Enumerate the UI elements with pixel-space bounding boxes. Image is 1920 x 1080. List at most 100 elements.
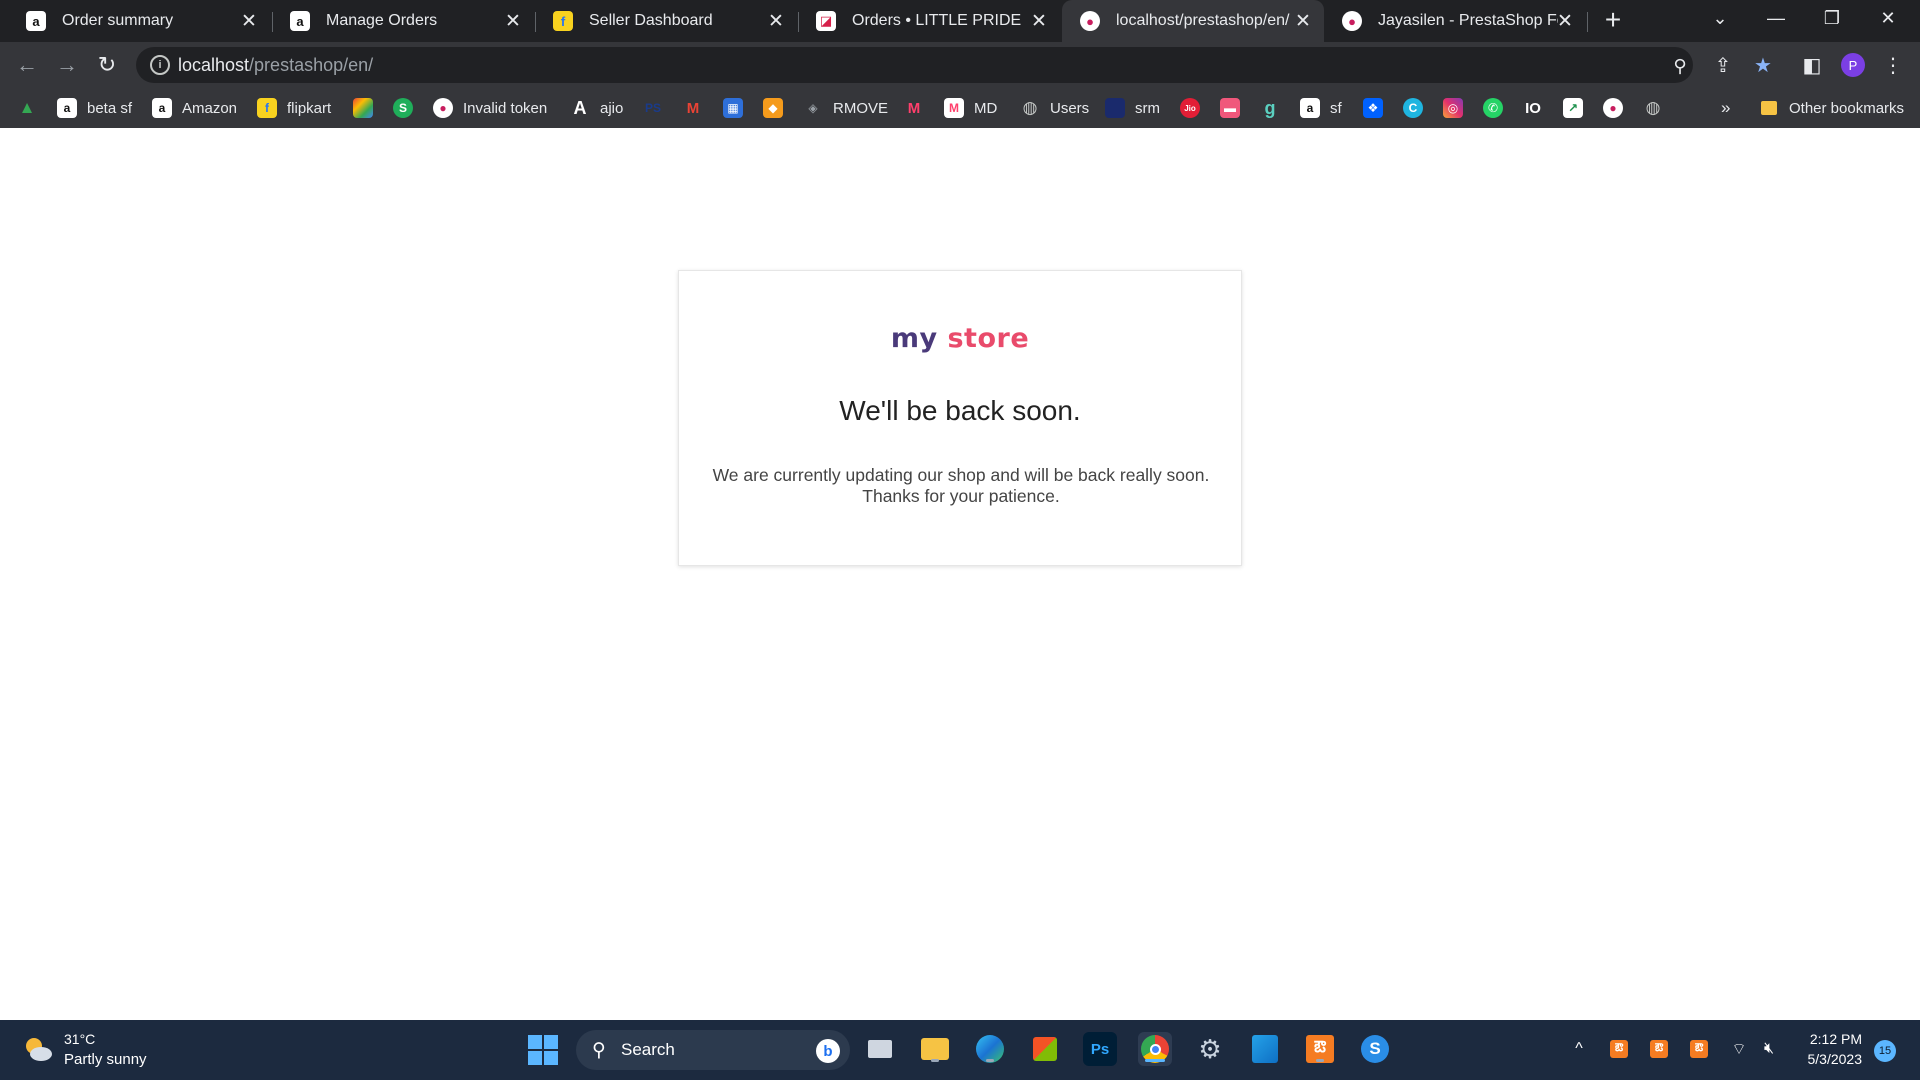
bookmark-beta-sf[interactable]: a beta sf: [57, 96, 132, 120]
reload-button[interactable]: ↻: [93, 51, 121, 79]
skype-app[interactable]: S: [1358, 1032, 1392, 1066]
close-icon[interactable]: ✕: [1292, 10, 1314, 32]
xampp-tray-2[interactable]: ఔ: [1648, 1038, 1670, 1060]
bookmark-srm[interactable]: srm: [1105, 96, 1160, 120]
other-bookmarks-folder[interactable]: Other bookmarks: [1761, 96, 1904, 120]
close-icon[interactable]: ✕: [765, 10, 787, 32]
bookmark-chart[interactable]: ↗: [1563, 96, 1583, 120]
close-icon[interactable]: ✕: [238, 10, 260, 32]
bookmark-jio[interactable]: Jio: [1180, 96, 1200, 120]
bookmark-ps[interactable]: PS: [643, 96, 663, 120]
bookmark-amazon[interactable]: a Amazon: [152, 96, 237, 120]
bookmark-whatsapp[interactable]: ✆: [1483, 96, 1503, 120]
bookmark-gmail[interactable]: M: [683, 96, 703, 120]
wifi-icon[interactable]: ⌔: [1728, 1038, 1750, 1060]
notification-badge[interactable]: 15: [1874, 1040, 1896, 1062]
windows-taskbar: 31°C Partly sunny ⚲ Search b Ps ⚙ ఔ S ^ …: [0, 1020, 1920, 1080]
tab-search-button[interactable]: ⌄: [1692, 0, 1748, 36]
bookmark-s[interactable]: S: [393, 96, 413, 120]
xampp-tray-3[interactable]: ఔ: [1688, 1038, 1710, 1060]
clock-time[interactable]: 2:12 PM: [1806, 1031, 1862, 1047]
tab-seller-dashboard[interactable]: f Seller Dashboard ✕: [535, 0, 797, 42]
globe-icon: ◍: [1022, 98, 1038, 117]
notepad-app[interactable]: [1248, 1032, 1282, 1066]
close-icon[interactable]: ✕: [1554, 10, 1576, 32]
bookmark-drive[interactable]: ▲: [17, 96, 37, 120]
tab-orders-little-pride[interactable]: ◪ Orders • LITTLE PRIDE ✕: [798, 0, 1060, 42]
whatsapp-icon: ✆: [1483, 98, 1503, 118]
bookmark-ajio[interactable]: Aajio: [570, 96, 624, 120]
search-label: Search: [621, 1040, 675, 1059]
bookmark-myntra[interactable]: M: [904, 96, 924, 120]
tab-order-summary[interactable]: a Order summary ✕: [8, 0, 270, 42]
bookmark-dropbox[interactable]: ❖: [1363, 96, 1383, 120]
xampp-app[interactable]: ఔ: [1303, 1032, 1337, 1066]
bookmark-io[interactable]: IO: [1523, 96, 1543, 120]
logo-text-store: store: [947, 323, 1030, 354]
microsoft-store-app[interactable]: [1028, 1032, 1062, 1066]
forward-button[interactable]: →: [53, 51, 81, 79]
profile-avatar[interactable]: P: [1841, 53, 1865, 77]
bookmark-g[interactable]: g: [1260, 96, 1280, 120]
file-explorer-app[interactable]: [918, 1032, 952, 1066]
prestashop-icon: ●: [1342, 11, 1362, 31]
store-logo[interactable]: my store: [679, 323, 1241, 354]
settings-app[interactable]: ⚙: [1193, 1032, 1227, 1066]
bookmark-canva[interactable]: C: [1403, 96, 1423, 120]
ticket-icon: ◆: [763, 98, 783, 118]
bookmark-ticket[interactable]: ◆: [763, 96, 783, 120]
tab-title: Order summary: [62, 12, 174, 29]
close-icon[interactable]: ✕: [1028, 10, 1050, 32]
bookmark-prestashop[interactable]: ●: [1603, 96, 1623, 120]
bookmark-globe[interactable]: ◍: [1643, 96, 1663, 120]
minimize-button[interactable]: —: [1748, 0, 1804, 36]
tab-manage-orders[interactable]: a Manage Orders ✕: [272, 0, 534, 42]
bookmarks-overflow-button[interactable]: »: [1721, 98, 1730, 118]
bookmark-instagram[interactable]: ◎: [1443, 96, 1463, 120]
volume-muted-icon[interactable]: 🔇︎: [1758, 1038, 1780, 1060]
tab-localhost-prestashop[interactable]: ● localhost/prestashop/en/ ✕: [1062, 0, 1324, 42]
share-icon[interactable]: ⇪: [1709, 51, 1737, 79]
bookmark-card[interactable]: ▬: [1220, 96, 1240, 120]
bookmark-star-icon[interactable]: ★: [1749, 51, 1777, 79]
bookmark-sf[interactable]: a sf: [1300, 96, 1342, 120]
url-text[interactable]: localhost/prestashop/en/: [178, 55, 373, 76]
taskbar-search[interactable]: ⚲ Search b: [576, 1030, 850, 1070]
bookmark-users[interactable]: ◍ Users: [1020, 96, 1090, 120]
menu-icon[interactable]: ⋮: [1879, 51, 1907, 79]
photoshop-app[interactable]: Ps: [1083, 1032, 1117, 1066]
zoom-icon[interactable]: ⚲: [1669, 55, 1691, 77]
chrome-app[interactable]: [1138, 1032, 1172, 1066]
url-host: localhost: [178, 55, 250, 75]
tab-prestashop-forum[interactable]: ● Jayasilen - PrestaShop Foru ✕: [1324, 0, 1586, 42]
address-bar[interactable]: i localhost/prestashop/en/ ⚲: [136, 47, 1693, 83]
close-window-button[interactable]: ✕: [1860, 0, 1916, 36]
chart-icon: ↗: [1563, 98, 1583, 118]
bookmark-apps[interactable]: [353, 96, 373, 120]
bookmark-qr[interactable]: ▦: [723, 96, 743, 120]
card-icon: ▬: [1220, 98, 1240, 118]
close-icon[interactable]: ✕: [502, 10, 524, 32]
io-icon: IO: [1525, 99, 1541, 117]
dropbox-icon: ❖: [1363, 98, 1383, 118]
bookmark-flipkart[interactable]: f flipkart: [257, 96, 331, 120]
bing-icon[interactable]: b: [816, 1039, 840, 1063]
side-panel-icon[interactable]: ◧: [1798, 51, 1826, 79]
bookmark-label: beta sf: [87, 99, 133, 117]
tab-title: Orders • LITTLE PRIDE: [852, 12, 1022, 29]
bookmark-md[interactable]: M MD: [944, 96, 997, 120]
restore-button[interactable]: ❐: [1804, 0, 1860, 36]
bookmark-rmove[interactable]: ◈ RMOVE: [803, 96, 888, 120]
chevron-up-icon[interactable]: ^: [1568, 1038, 1590, 1060]
prestashop-icon: ●: [1080, 11, 1100, 31]
new-tab-button[interactable]: +: [1599, 6, 1627, 35]
bookmark-invalid-token[interactable]: ● Invalid token: [433, 96, 547, 120]
back-button[interactable]: ←: [13, 51, 41, 79]
task-view-app[interactable]: [863, 1032, 897, 1066]
info-icon[interactable]: i: [150, 55, 170, 75]
xampp-tray-1[interactable]: ఔ: [1608, 1038, 1630, 1060]
apps-grid-icon: [353, 98, 373, 118]
clock-date[interactable]: 5/3/2023: [1796, 1051, 1863, 1067]
edge-app[interactable]: [973, 1032, 1007, 1066]
start-button[interactable]: [528, 1035, 558, 1065]
